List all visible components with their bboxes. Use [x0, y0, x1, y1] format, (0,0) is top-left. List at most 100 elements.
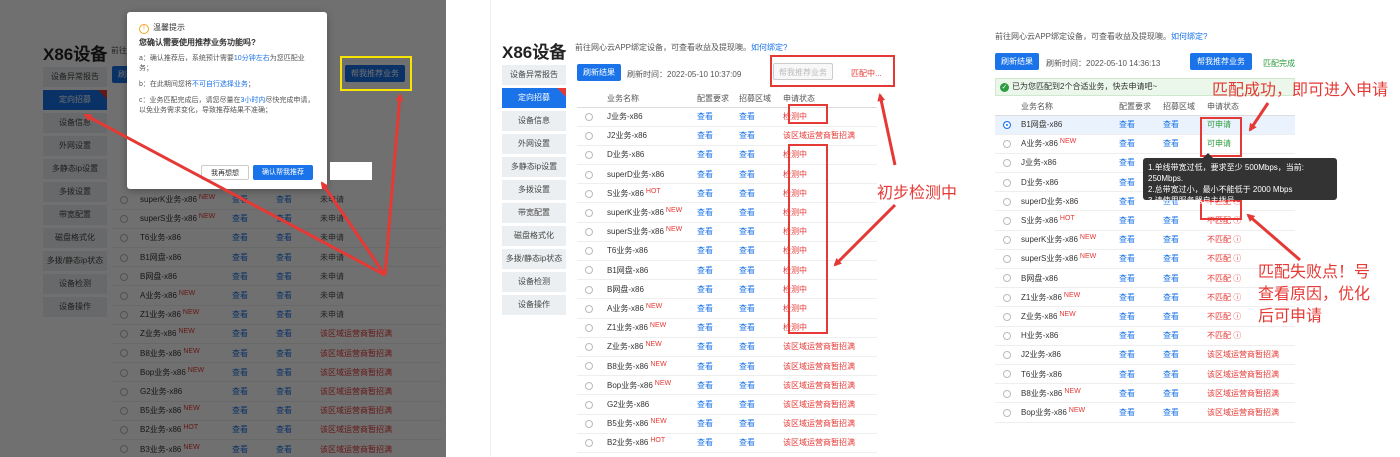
sidebar-item[interactable]: 设备检测 — [502, 272, 566, 292]
row-radio[interactable] — [1003, 236, 1011, 245]
table-row[interactable]: Z1业务-x86 NEW 查看 查看 不匹配 ⓘ — [995, 287, 1295, 308]
region-view-link[interactable]: 查看 — [739, 362, 755, 371]
config-view-link[interactable]: 查看 — [697, 323, 713, 332]
row-radio[interactable] — [1003, 216, 1011, 225]
region-view-link[interactable]: 查看 — [1163, 235, 1179, 244]
region-view-link[interactable]: 查看 — [739, 285, 755, 294]
config-view-link[interactable]: 查看 — [1119, 197, 1135, 206]
table-row[interactable]: Z1业务-x86 NEW 查看 查看 检测中 — [577, 318, 877, 338]
config-view-link[interactable]: 查看 — [697, 112, 713, 121]
table-row[interactable]: B1网盘-x86 查看 查看 检测中 — [577, 260, 877, 281]
config-view-link[interactable]: 查看 — [1119, 274, 1135, 283]
row-radio[interactable] — [585, 362, 593, 371]
table-row[interactable]: D业务-x86 查看 查看 检测中 — [577, 145, 877, 166]
region-view-link[interactable]: 查看 — [739, 150, 755, 159]
dialog-confirm-button[interactable]: 确认帮我推荐 — [253, 165, 313, 180]
config-view-link[interactable]: 查看 — [697, 342, 713, 351]
sidebar-item[interactable]: 设备异常报告 — [502, 65, 566, 85]
row-radio[interactable] — [1003, 140, 1011, 149]
config-view-link[interactable]: 查看 — [697, 381, 713, 390]
notice-link[interactable]: 如何绑定? — [751, 43, 787, 52]
config-view-link[interactable]: 查看 — [697, 400, 713, 409]
table-row[interactable]: H业务-x86 查看 查看 不匹配 ⓘ — [995, 326, 1295, 346]
config-view-link[interactable]: 查看 — [697, 131, 713, 140]
config-view-link[interactable]: 查看 — [1119, 158, 1135, 167]
config-view-link[interactable]: 查看 — [697, 227, 713, 236]
config-view-link[interactable]: 查看 — [1119, 293, 1135, 302]
table-row[interactable]: superD业务-x86 查看 查看 检测中 — [577, 164, 877, 185]
row-radio[interactable] — [585, 189, 593, 198]
row-radio[interactable] — [1003, 120, 1011, 129]
region-view-link[interactable]: 查看 — [739, 438, 755, 447]
row-radio[interactable] — [585, 208, 593, 217]
region-view-link[interactable]: 查看 — [1163, 408, 1179, 417]
config-view-link[interactable]: 查看 — [697, 189, 713, 198]
region-view-link[interactable]: 查看 — [1163, 274, 1179, 283]
config-view-link[interactable]: 查看 — [697, 438, 713, 447]
config-view-link[interactable]: 查看 — [1119, 331, 1135, 340]
region-view-link[interactable]: 查看 — [1163, 370, 1179, 379]
table-row[interactable]: S业务-x86 HOT 查看 查看 不匹配 ⓘ — [995, 210, 1295, 231]
sidebar-item[interactable]: 设备信息 — [502, 111, 566, 131]
table-row[interactable]: T6业务-x86 查看 查看 该区域运营商暂招满 — [995, 364, 1295, 385]
row-radio[interactable] — [585, 247, 593, 256]
row-radio[interactable] — [585, 439, 593, 448]
config-view-link[interactable]: 查看 — [697, 208, 713, 217]
row-radio[interactable] — [1003, 274, 1011, 283]
region-view-link[interactable]: 查看 — [739, 112, 755, 121]
row-radio[interactable] — [1003, 332, 1011, 341]
table-row[interactable]: superK业务-x86 NEW 查看 查看 不匹配 ⓘ — [995, 230, 1295, 250]
table-row[interactable]: superK业务-x86 NEW 查看 查看 检测中 — [577, 202, 877, 223]
table-row[interactable]: A业务-x86 NEW 查看 查看 检测中 — [577, 298, 877, 319]
region-view-link[interactable]: 查看 — [1163, 139, 1179, 148]
table-row[interactable]: S业务-x86 HOT 查看 查看 检测中 — [577, 183, 877, 204]
dialog-cancel-button[interactable]: 我再想想 — [201, 165, 249, 180]
region-view-link[interactable]: 查看 — [1163, 293, 1179, 302]
row-radio[interactable] — [585, 324, 593, 333]
config-view-link[interactable]: 查看 — [1119, 216, 1135, 225]
row-radio[interactable] — [1003, 159, 1011, 168]
region-view-link[interactable]: 查看 — [1163, 350, 1179, 359]
region-view-link[interactable]: 查看 — [739, 304, 755, 313]
row-radio[interactable] — [585, 132, 593, 141]
row-radio[interactable] — [585, 381, 593, 390]
row-radio[interactable] — [585, 151, 593, 160]
table-row[interactable]: J业务-x86 查看 查看 检测中 — [577, 107, 877, 127]
table-row[interactable]: B8业务-x86NEW 查看 查看 该区域运营商暂招满 — [577, 356, 877, 377]
region-view-link[interactable]: 查看 — [1163, 120, 1179, 129]
region-view-link[interactable]: 查看 — [739, 400, 755, 409]
config-view-link[interactable]: 查看 — [697, 304, 713, 313]
region-view-link[interactable]: 查看 — [739, 419, 755, 428]
region-view-link[interactable]: 查看 — [739, 342, 755, 351]
row-radio[interactable] — [585, 419, 593, 428]
config-view-link[interactable]: 查看 — [1119, 254, 1135, 263]
table-row[interactable]: Bop业务-x86NEW 查看 查看 该区域运营商暂招满 — [577, 375, 877, 396]
row-radio[interactable] — [1003, 408, 1011, 417]
table-row[interactable]: J2业务-x86 查看 查看 该区域运营商暂招满 — [995, 345, 1295, 365]
sidebar-item[interactable]: 多静态ip设置 — [502, 157, 566, 177]
region-view-link[interactable]: 查看 — [739, 131, 755, 140]
sidebar-item[interactable]: 多拨设置 — [502, 180, 566, 200]
row-radio[interactable] — [585, 228, 593, 237]
config-view-link[interactable]: 查看 — [697, 246, 713, 255]
row-radio[interactable] — [585, 343, 593, 352]
notice-link[interactable]: 如何绑定? — [1171, 32, 1207, 41]
row-radio[interactable] — [585, 304, 593, 313]
region-view-link[interactable]: 查看 — [1163, 331, 1179, 340]
table-row[interactable]: T6业务-x86 查看 查看 检测中 — [577, 241, 877, 262]
row-radio[interactable] — [585, 285, 593, 294]
region-view-link[interactable]: 查看 — [1163, 312, 1179, 321]
table-row[interactable]: A业务-x86 NEW 查看 查看 可申请 — [995, 134, 1295, 154]
row-radio[interactable] — [1003, 255, 1011, 264]
config-view-link[interactable]: 查看 — [697, 362, 713, 371]
table-row[interactable]: B网盘-x86 查看 查看 不匹配 ⓘ — [995, 268, 1295, 289]
sidebar-item[interactable]: 外网设置 — [502, 134, 566, 154]
row-radio[interactable] — [1003, 197, 1011, 206]
row-radio[interactable] — [1003, 370, 1011, 379]
table-row[interactable]: Z业务-x86NEW 查看 查看 该区域运营商暂招满 — [577, 337, 877, 357]
config-view-link[interactable]: 查看 — [697, 285, 713, 294]
region-view-link[interactable]: 查看 — [739, 170, 755, 179]
region-view-link[interactable]: 查看 — [739, 266, 755, 275]
region-view-link[interactable]: 查看 — [739, 323, 755, 332]
config-view-link[interactable]: 查看 — [697, 170, 713, 179]
